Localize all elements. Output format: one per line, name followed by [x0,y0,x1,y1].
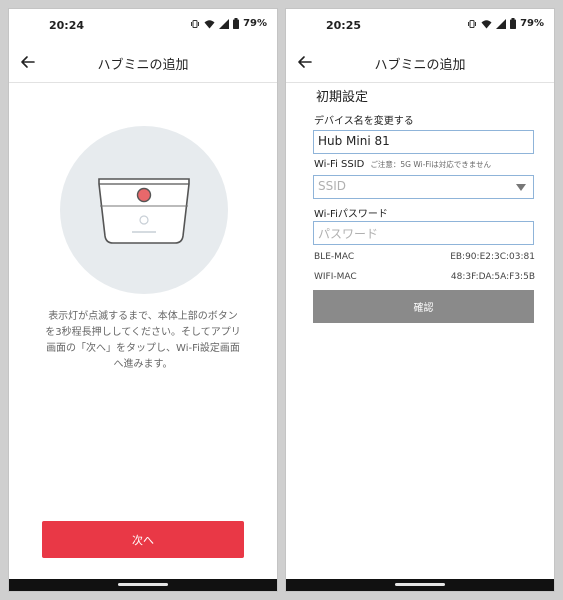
wifi-ssid-label: Wi-Fi SSID [314,159,365,170]
wifi-password-label: Wi-Fiパスワード [314,209,388,220]
battery-percent: 79% [243,18,267,29]
ble-mac-row: BLE-MAC EB:90:E2:3C:03:81 [314,252,535,262]
screen-add-hub-mini-step2: 20:25 79% ハブミニの追加 初期設定 デバイス名を変更する Hub Mi… [285,8,555,592]
wifi-icon [204,19,215,29]
page-title: ハブミニの追加 [374,58,466,73]
wifi-password-input[interactable]: パスワード [313,221,534,245]
status-bar: 20:25 79% [286,9,554,41]
battery-icon [233,18,240,29]
status-icons: 79% [190,18,267,29]
status-icons: 79% [467,18,544,29]
wifi-mac-row: WIFI-MAC 48:3F:DA:5A:F3:5B [314,272,535,282]
wifi-mac-value: 48:3F:DA:5A:F3:5B [450,272,535,282]
battery-percent: 79% [520,18,544,29]
instructions-text: 表示灯が点滅するまで、本体上部のボタンを3秒程長押ししてください。そしてアプリ画… [45,311,241,370]
section-title: 初期設定 [316,90,369,105]
screen-add-hub-mini-step1: 20:24 79% ハブミニの追加 表示灯が点滅するまで、本体上部のボタンを3秒… [8,8,278,592]
status-time: 20:24 [49,19,85,32]
home-gesture-pill[interactable] [118,583,168,586]
ssid-placeholder: SSID [318,179,347,193]
signal-icon [219,18,230,29]
app-bar: ハブミニの追加 [9,41,277,83]
hub-mini-device-illustration [97,176,191,246]
device-name-label: デバイス名を変更する [314,116,414,127]
confirm-button[interactable]: 確認 [313,290,534,323]
ble-mac-label: BLE-MAC [314,252,355,262]
status-time: 20:25 [326,19,362,32]
wifi-ssid-note: ご注意：5G Wi-Fiは対応できません [370,160,492,169]
wifi-mac-label: WIFI-MAC [314,272,357,282]
status-bar: 20:24 79% [9,9,277,41]
wifi-ssid-select[interactable]: SSID [313,175,534,199]
navigation-bar [9,579,277,591]
wifi-icon [481,19,492,29]
next-button[interactable]: 次へ [42,521,244,558]
wifi-ssid-label-row: Wi-Fi SSID ご注意：5G Wi-Fiは対応できません [314,159,491,170]
home-gesture-pill[interactable] [395,583,445,586]
navigation-bar [286,579,554,591]
vibrate-icon [190,19,200,29]
signal-icon [496,18,507,29]
app-bar: ハブミニの追加 [286,41,554,83]
ble-mac-value: EB:90:E2:3C:03:81 [450,252,535,262]
page-title: ハブミニの追加 [97,58,189,73]
battery-icon [510,18,517,29]
dropdown-arrow-icon [516,184,526,191]
vibrate-icon [467,19,477,29]
device-name-input[interactable]: Hub Mini 81 [313,130,534,154]
